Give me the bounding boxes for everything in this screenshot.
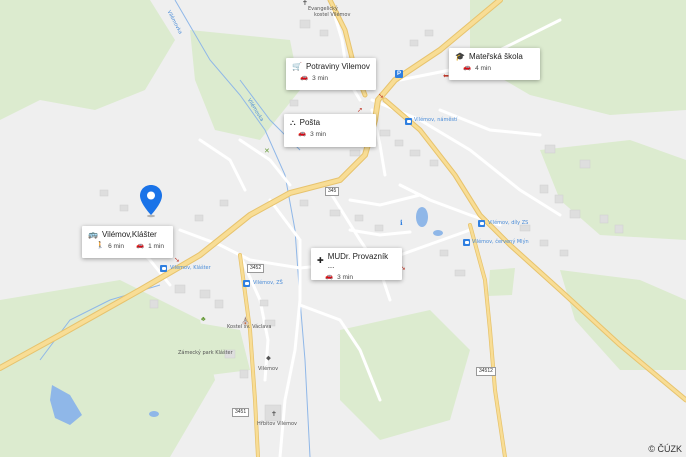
stop-label-namesti: Vilémov, náměstí (414, 117, 458, 123)
bus-stop-icon[interactable] (405, 118, 412, 125)
road-number-34512: 34512 (476, 367, 496, 376)
car-icon: 🚗 (325, 273, 334, 281)
road-number-3451: 3451 (232, 408, 250, 417)
bus-icon: 🚌 (88, 229, 98, 239)
arrow-icon: ⬅ (443, 73, 449, 80)
car-icon: 🚗 (136, 242, 145, 250)
poi-card[interactable]: ⛬ Pošta 🚗 3 min (284, 114, 376, 147)
road-number-3452: 3452 (247, 264, 265, 273)
selected-stop-card[interactable]: 🚌 Vilémov,Klášter 🚶 6 min 🚗 1 min (82, 226, 173, 258)
cart-icon: 🛒 (292, 61, 302, 71)
cemetery-icon: ✝ (271, 411, 277, 418)
church-vaclav-label: Kostel sv. Václava (227, 324, 272, 330)
car-icon: 🚗 (463, 64, 472, 72)
location-pin-icon[interactable] (139, 184, 163, 218)
car-icon: 🚗 (300, 74, 309, 82)
walk-icon: 🚶 (96, 242, 105, 250)
poi-name: Pošta (299, 118, 321, 127)
arrow-icon: ➘ (378, 93, 384, 100)
stop-label-klaster: Vilémov, Klášter (170, 265, 211, 271)
church-icon: ⛪ (241, 318, 250, 325)
drive-time: 1 min (148, 243, 164, 250)
poi-time: 3 min (312, 75, 328, 82)
map-canvas[interactable]: Evangelický kostel Vilémov Vilémov, námě… (0, 0, 686, 457)
stop-label-dily: Vilémov, díly ZS (488, 220, 529, 226)
poi-card[interactable]: ✚ MUDr. Provazník ... 🚗 3 min (311, 248, 402, 281)
parking-icon[interactable]: P (395, 70, 403, 78)
arrow-icon: ➚ (357, 107, 363, 114)
stop-label-zs: Vilémov, ZŠ (253, 280, 283, 286)
post-icon: ⛬ (290, 117, 296, 127)
copyright-notice: © ČÚZK (648, 444, 682, 454)
poi-time: 3 min (337, 274, 353, 281)
bus-stop-icon[interactable] (243, 280, 250, 287)
park-label: Zámecký park Klášter (178, 350, 233, 356)
church-icon: ✝ (302, 0, 308, 7)
pitch-icon: ✕ (264, 148, 270, 155)
info-icon: ℹ (400, 220, 403, 227)
cemetery-label: Hřbitov Vilémov (257, 421, 297, 427)
memorial-icon: ⬥ (266, 355, 271, 362)
poi-card[interactable]: 🛒 Potraviny Vilemov 🚗 3 min (286, 58, 376, 90)
school-icon: 🎓 (455, 51, 465, 61)
stop-name: Vilémov,Klášter (101, 230, 157, 239)
bus-stop-icon[interactable] (463, 239, 470, 246)
poi-name: Potraviny Vilemov (305, 62, 370, 71)
walk-time: 6 min (108, 243, 124, 250)
poi-time: 3 min (310, 131, 326, 138)
poi-name: MUDr. Provazník ... (327, 252, 389, 270)
poi-card[interactable]: 🎓 Mateřská škola 🚗 4 min (449, 48, 540, 80)
bus-stop-icon[interactable] (160, 265, 167, 272)
church-label-2: kostel Vilémov (314, 12, 351, 18)
town-label: Vilémov (258, 366, 279, 372)
car-icon: 🚗 (298, 130, 307, 138)
road-number-345: 345 (325, 187, 340, 196)
arrow-icon: ➘ (174, 257, 180, 264)
poi-name: Mateřská škola (468, 52, 523, 61)
poi-time: 4 min (475, 65, 491, 72)
stop-label-cerveny: Vilémov, červený Mlýn (472, 239, 529, 245)
tree-icon: ♣ (201, 316, 206, 323)
medical-icon: ✚ (317, 256, 324, 265)
bus-stop-icon[interactable] (478, 220, 485, 227)
